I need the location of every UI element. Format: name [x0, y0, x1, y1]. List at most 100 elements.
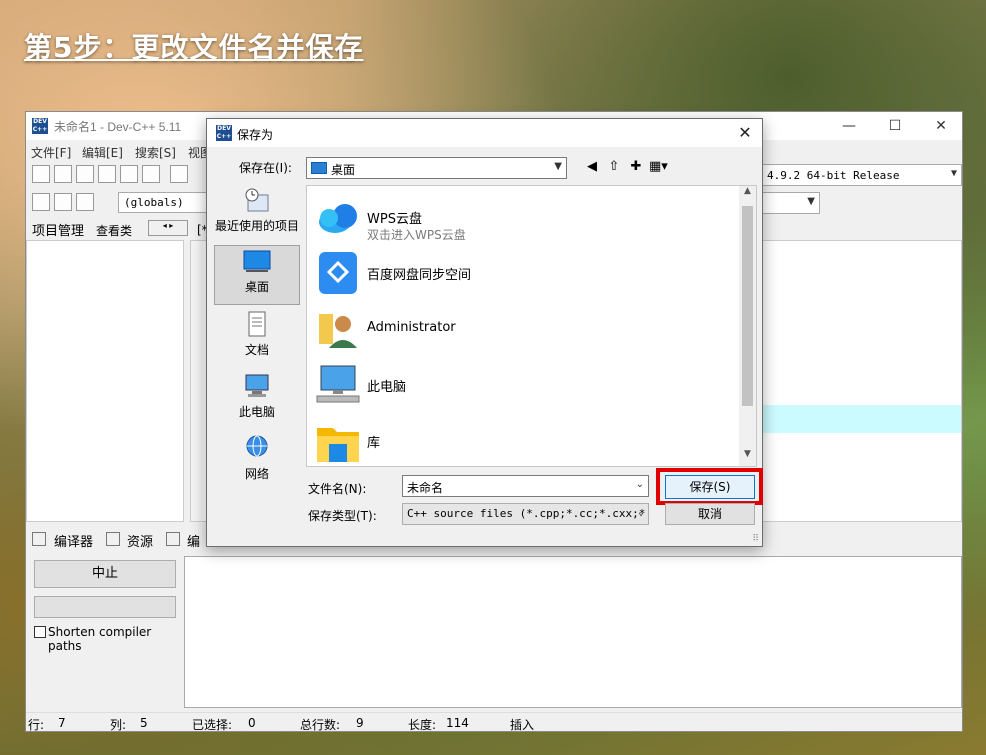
chevron-down-icon[interactable]: ⌄ — [636, 479, 644, 490]
compiler-tab-icon — [32, 532, 46, 546]
tab-compile-log[interactable]: 编 — [187, 531, 200, 550]
progress-bar — [34, 596, 176, 618]
scroll-up-icon[interactable]: ▲ — [739, 186, 756, 203]
status-mode: 插入 — [510, 718, 535, 732]
tab-resources[interactable]: 资源 — [127, 531, 153, 550]
file-item-library[interactable]: 库 — [315, 418, 735, 470]
menu-edit[interactable]: 编辑[E] — [82, 144, 123, 161]
place-label: 文档 — [244, 343, 269, 357]
save-in-dropdown[interactable]: 桌面 ▼ — [306, 157, 567, 179]
dialog-titlebar: DEV C++ 保存为 ✕ — [207, 119, 762, 147]
status-sel-label: 已选择: — [192, 718, 233, 732]
place-label: 最近使用的项目 — [214, 219, 299, 233]
new-project-icon[interactable] — [32, 193, 50, 211]
file-subtitle: 双击进入WPS云盘 — [367, 228, 466, 242]
save-button-highlight — [656, 468, 763, 505]
cancel-button[interactable]: 取消 — [665, 503, 755, 525]
dialog-nav-toolbar: ◀ ⇧ ✚ ▦▾ — [583, 159, 671, 177]
maximize-button[interactable]: ☐ — [872, 112, 918, 140]
compiler-set-value: 4.9.2 64-bit Release — [767, 169, 900, 182]
toolbar-main — [30, 162, 190, 186]
print-icon[interactable] — [170, 165, 188, 183]
status-sel: 0 — [248, 716, 256, 730]
filetype-dropdown[interactable]: C++ source files (*.cpp;*.cc;*.cxx;*. ⌄ — [402, 503, 649, 525]
place-label: 此电脑 — [238, 405, 275, 419]
file-item-baidu-netdisk[interactable]: 百度网盘同步空间 — [315, 250, 735, 302]
bookmark-icon[interactable] — [76, 193, 94, 211]
save-icon[interactable] — [76, 165, 94, 183]
save-in-label: 保存在(I): — [239, 161, 292, 175]
file-item-administrator[interactable]: Administrator — [315, 306, 735, 358]
devcpp-app-icon: DEV C++ — [32, 118, 48, 134]
status-line: 7 — [58, 716, 66, 730]
file-item-wps-cloud[interactable]: WPS云盘 双击进入WPS云盘 — [315, 194, 735, 246]
tab-project[interactable]: 项目管理 — [32, 220, 84, 239]
file-list-scrollbar[interactable]: ▲ ▼ — [739, 186, 756, 466]
place-desktop[interactable]: 桌面 — [214, 245, 300, 305]
project-tree-panel — [26, 240, 184, 522]
tab-class-view[interactable]: 查看类 — [96, 222, 132, 239]
dialog-title: 保存为 — [237, 128, 274, 142]
dialog-close-button[interactable]: ✕ — [728, 119, 762, 147]
abort-button[interactable]: 中止 — [34, 560, 176, 588]
chevron-down-icon: ▼ — [950, 168, 957, 179]
new-file-icon[interactable] — [32, 165, 50, 183]
menu-file[interactable]: 文件[F] — [31, 144, 71, 161]
place-documents[interactable]: 文档 — [214, 309, 300, 369]
status-len-label: 长度: — [408, 718, 437, 732]
compiler-set-dropdown[interactable]: 4.9.2 64-bit Release ▼ — [760, 164, 962, 186]
compiler-controls: 中止 Shorten compiler paths — [26, 552, 184, 712]
filename-input[interactable]: 未命名 ⌄ — [402, 475, 649, 497]
open-file-icon[interactable] — [54, 165, 72, 183]
toolbar-project — [30, 190, 96, 214]
status-total-label: 总行数: — [300, 718, 341, 732]
chevron-down-icon: ▼ — [554, 161, 562, 172]
place-network[interactable]: 网络 — [214, 433, 300, 493]
place-label: 桌面 — [244, 280, 269, 294]
new-folder-icon[interactable]: ✚ — [627, 159, 645, 177]
scroll-down-icon[interactable]: ▼ — [739, 449, 756, 466]
left-panel-tabs: 项目管理 查看类 ◂ ▸ — [26, 218, 198, 239]
save-as-dialog: DEV C++ 保存为 ✕ 保存在(I): 桌面 ▼ ◀ ⇧ ✚ ▦▾ 最近使用的项目 … — [206, 118, 763, 547]
shorten-paths-checkbox[interactable] — [34, 626, 46, 638]
minimize-button[interactable]: — — [826, 112, 872, 140]
baidu-netdisk-icon — [319, 252, 357, 294]
filename-label: 文件名(N): — [308, 482, 367, 496]
tab-compiler[interactable]: 编译器 — [54, 531, 93, 550]
place-recent[interactable]: 最近使用的项目 — [214, 185, 300, 245]
chevron-down-icon: ▼ — [807, 196, 815, 207]
editor-gutter — [191, 241, 203, 521]
status-line-label: 行: — [28, 718, 45, 732]
view-menu-icon[interactable]: ▦▾ — [649, 159, 668, 177]
status-total: 9 — [356, 716, 364, 730]
place-this-pc[interactable]: 此电脑 — [214, 371, 300, 431]
tab-scroll-arrows[interactable]: ◂ ▸ — [148, 220, 188, 236]
back-icon[interactable]: ◀ — [583, 159, 601, 177]
compiler-output-area[interactable] — [184, 556, 962, 708]
close-file-icon[interactable] — [120, 165, 138, 183]
file-item-this-pc[interactable]: 此电脑 — [315, 362, 735, 414]
filetype-value: C++ source files (*.cpp;*.cc;*.cxx;*. — [407, 507, 649, 520]
file-name: 此电脑 — [367, 380, 407, 395]
chevron-down-icon: ⌄ — [637, 507, 644, 518]
menu-search[interactable]: 搜索[S] — [135, 144, 176, 161]
add-to-project-icon[interactable] — [54, 193, 72, 211]
file-list[interactable]: WPS云盘 双击进入WPS云盘 百度网盘同步空间 Administrator 此… — [306, 185, 757, 467]
file-name: WPS云盘 — [367, 212, 422, 227]
function-dropdown[interactable]: ▼ — [760, 192, 820, 214]
globals-dropdown[interactable]: (globals) — [118, 192, 208, 213]
status-col-label: 列: — [110, 718, 127, 732]
close-button[interactable]: ✕ — [918, 112, 964, 140]
library-icon — [317, 428, 359, 462]
up-folder-icon[interactable]: ⇧ — [605, 159, 623, 177]
close-all-icon[interactable] — [142, 165, 160, 183]
status-len: 114 — [446, 716, 469, 730]
scrollbar-thumb[interactable] — [742, 206, 753, 406]
computer-icon — [316, 365, 360, 403]
documents-icon — [248, 311, 266, 337]
save-all-icon[interactable] — [98, 165, 116, 183]
resize-grip-icon[interactable]: ⠿ — [752, 534, 759, 544]
resources-tab-icon — [106, 532, 120, 546]
devcpp-app-icon: DEV C++ — [216, 125, 232, 141]
filetype-label: 保存类型(T): — [308, 509, 377, 523]
